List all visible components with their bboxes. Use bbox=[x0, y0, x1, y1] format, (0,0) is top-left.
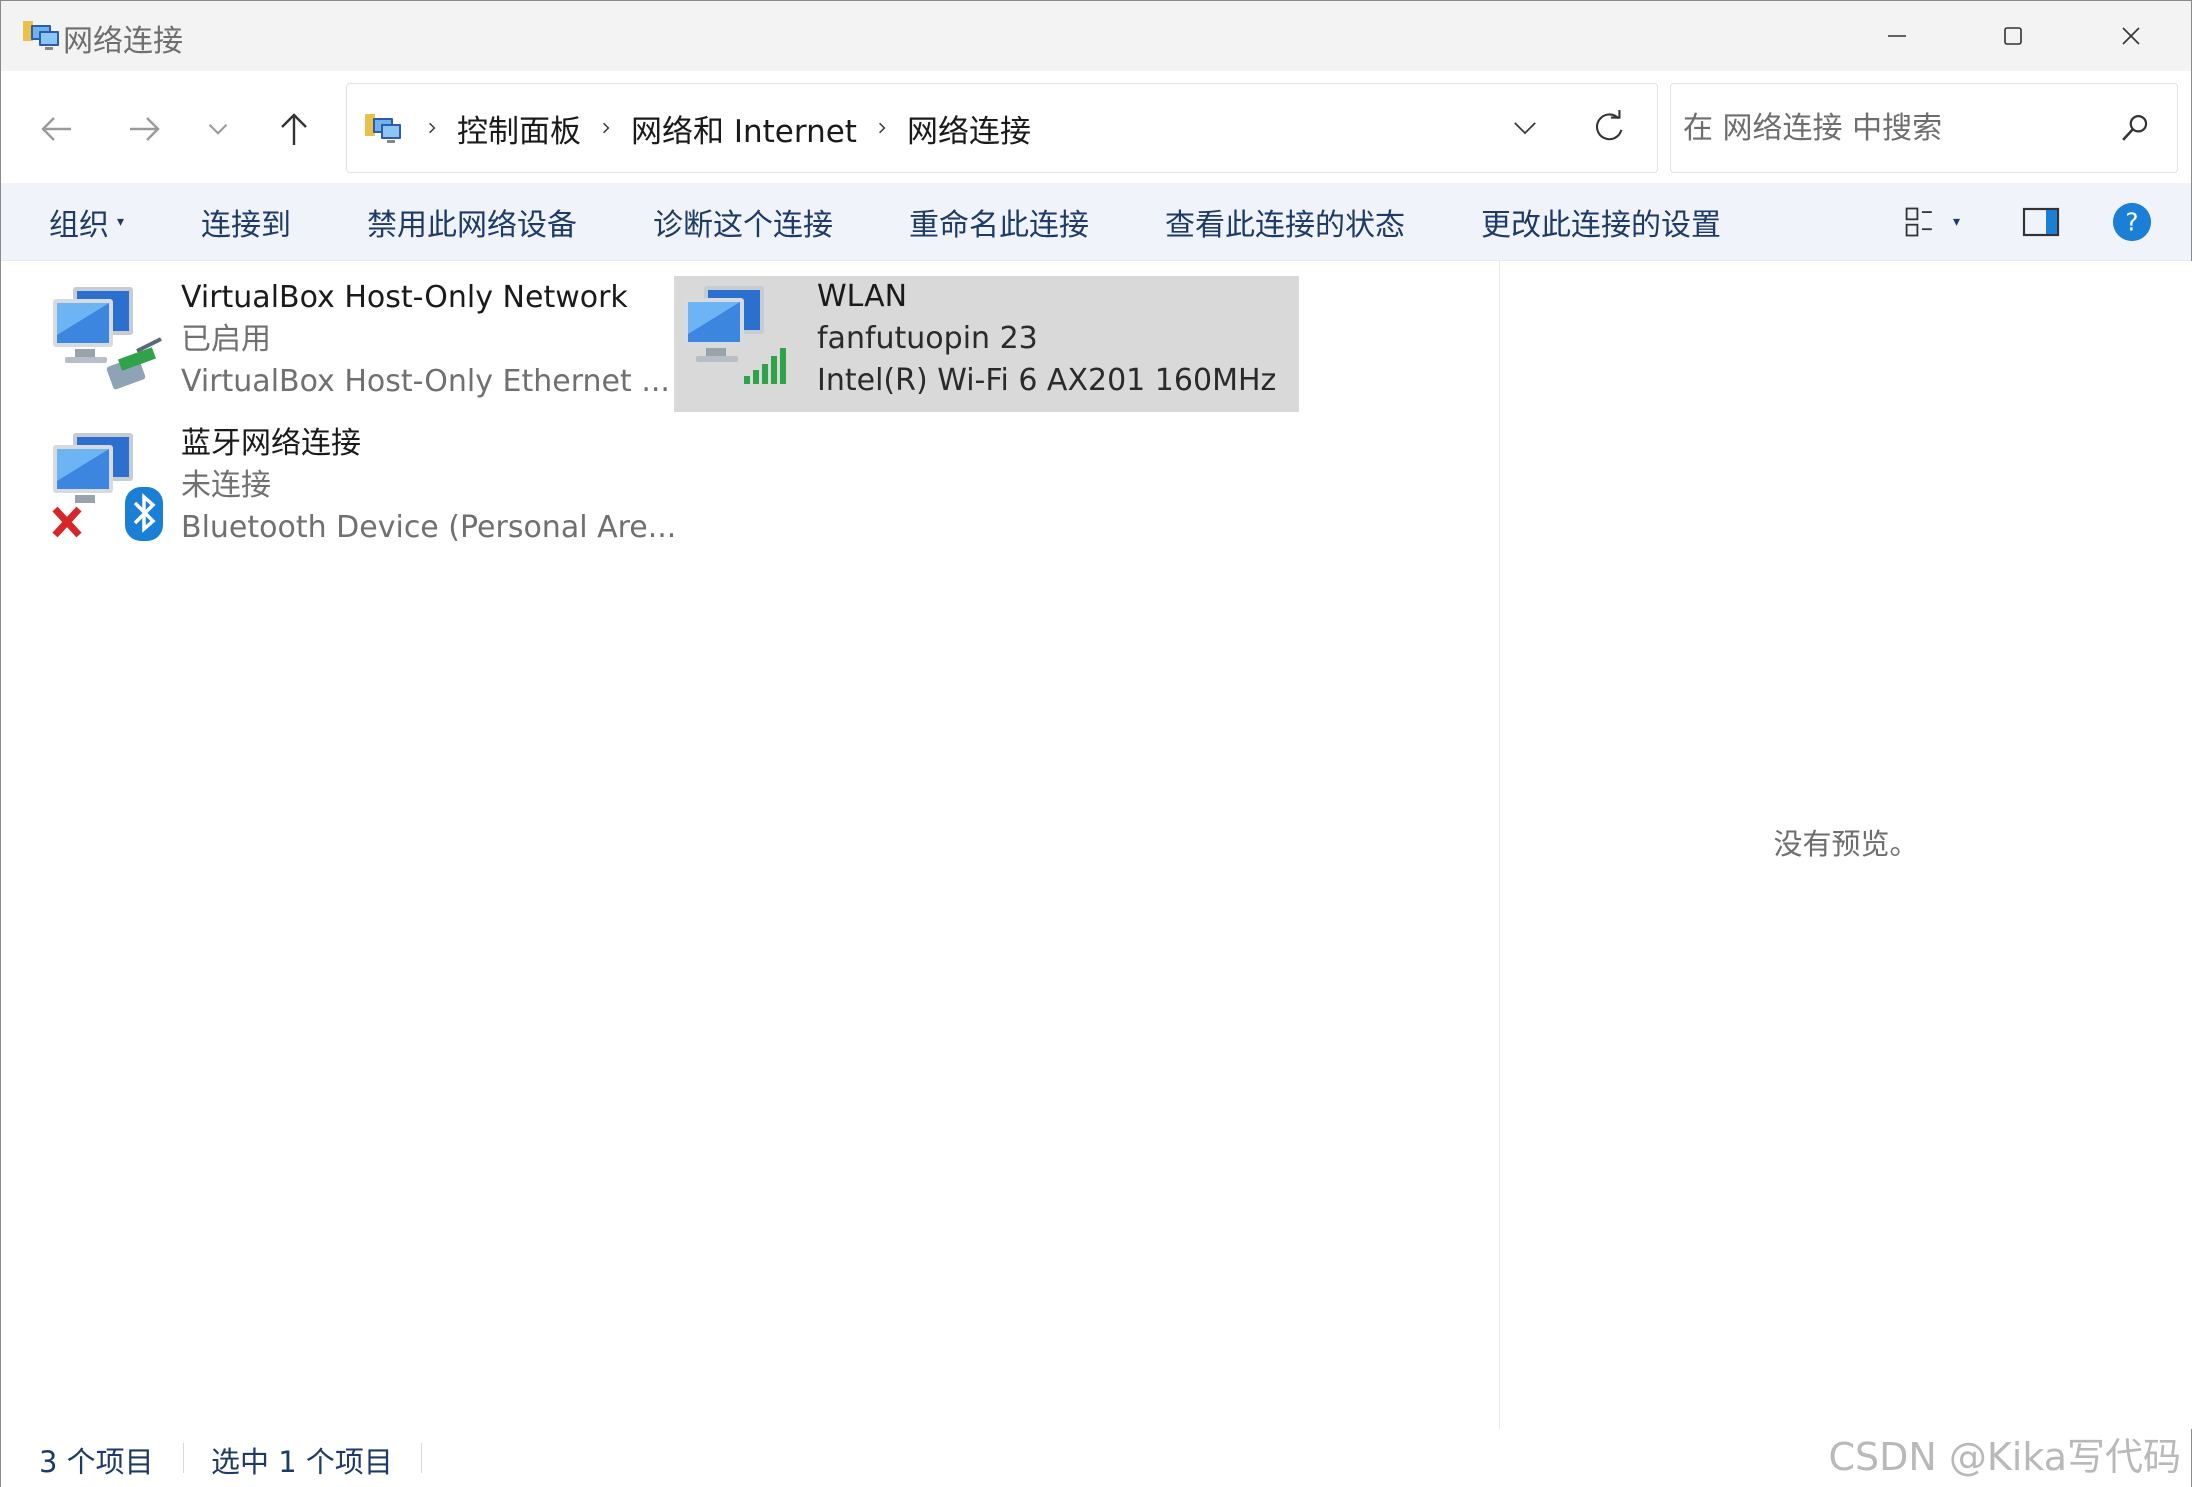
arrow-left-icon bbox=[41, 117, 71, 141]
connection-status: fanfutuopin 23 bbox=[817, 321, 1038, 356]
recent-locations-button[interactable] bbox=[193, 104, 243, 154]
preview-pane: 没有预览。 bbox=[1499, 261, 2192, 1429]
network-folder-icon bbox=[363, 108, 403, 148]
view-layout-icon bbox=[1905, 207, 1932, 236]
item-text: 蓝牙网络连接 未连接 Bluetooth Device (Personal Ar… bbox=[181, 423, 676, 549]
status-divider bbox=[421, 1443, 422, 1473]
refresh-icon bbox=[1596, 109, 1623, 141]
rename-label: 重命名此连接 bbox=[909, 207, 1089, 243]
command-bar: 组织 ▾ 连接到 禁用此网络设备 诊断这个连接 重命名此连接 查看此连接的状态 … bbox=[1, 183, 2191, 261]
caret-down-icon: ▾ bbox=[1953, 213, 1961, 230]
window: 网络连接 控制面板 网络和 Internet 网络连接 在 网络连接 中搜索 组… bbox=[0, 0, 2192, 1487]
view-options-button[interactable]: ▾ bbox=[1903, 183, 1960, 260]
list-item-bluetooth[interactable]: 蓝牙网络连接 未连接 Bluetooth Device (Personal Ar… bbox=[43, 423, 676, 559]
connections-list[interactable]: VirtualBox Host-Only Network 已启用 Virtual… bbox=[1, 261, 1498, 1429]
view-status-label: 查看此连接的状态 bbox=[1165, 207, 1405, 243]
arrow-right-icon bbox=[130, 117, 160, 141]
rename-button[interactable]: 重命名此连接 bbox=[909, 183, 1089, 260]
chevron-down-icon bbox=[1514, 122, 1536, 135]
breadcrumb-network-internet[interactable]: 网络和 Internet bbox=[621, 106, 867, 151]
close-button[interactable] bbox=[2073, 1, 2189, 71]
diagnose-button[interactable]: 诊断这个连接 bbox=[653, 183, 833, 260]
caret-down-icon: ▾ bbox=[117, 213, 125, 230]
change-settings-button[interactable]: 更改此连接的设置 bbox=[1481, 183, 1721, 260]
help-button[interactable]: ? bbox=[2111, 183, 2153, 260]
view-status-button[interactable]: 查看此连接的状态 bbox=[1165, 183, 1405, 260]
breadcrumb-control-panel[interactable]: 控制面板 bbox=[447, 106, 591, 151]
diagnose-label: 诊断这个连接 bbox=[653, 207, 833, 243]
list-item-virtualbox[interactable]: VirtualBox Host-Only Network 已启用 Virtual… bbox=[43, 277, 670, 413]
disable-device-button[interactable]: 禁用此网络设备 bbox=[367, 183, 577, 260]
search-input[interactable] bbox=[1681, 102, 2105, 154]
watermark: CSDN @Kika写代码 bbox=[1828, 1435, 2181, 1479]
item-text: VirtualBox Host-Only Network 已启用 Virtual… bbox=[181, 277, 670, 403]
connection-status: 未连接 bbox=[181, 468, 271, 503]
preview-pane-icon bbox=[2022, 207, 2060, 236]
connection-device: Bluetooth Device (Personal Are... bbox=[181, 510, 677, 545]
address-bar[interactable]: 控制面板 网络和 Internet 网络连接 bbox=[346, 83, 1658, 173]
preview-pane-button[interactable] bbox=[2021, 183, 2061, 260]
change-settings-label: 更改此连接的设置 bbox=[1481, 207, 1721, 243]
address-dropdown-button[interactable] bbox=[1503, 106, 1547, 150]
connection-name: VirtualBox Host-Only Network bbox=[181, 280, 628, 315]
connect-to-label: 连接到 bbox=[201, 207, 291, 243]
arrow-up-icon bbox=[281, 113, 307, 145]
ethernet-connection-icon bbox=[49, 281, 167, 401]
chevron-right-icon[interactable] bbox=[867, 120, 897, 136]
back-button[interactable] bbox=[32, 104, 82, 154]
status-divider bbox=[183, 1443, 184, 1473]
organize-button[interactable]: 组织 ▾ bbox=[49, 183, 124, 260]
title-bar[interactable]: 网络连接 bbox=[1, 1, 2191, 71]
refresh-button[interactable] bbox=[1585, 104, 1633, 152]
no-preview-text: 没有预览。 bbox=[1773, 827, 1919, 861]
list-item-wlan[interactable]: WLAN fanfutuopin 23 Intel(R) Wi-Fi 6 AX2… bbox=[674, 276, 1299, 412]
maximize-icon bbox=[2004, 27, 2022, 45]
connect-to-button[interactable]: 连接到 bbox=[201, 183, 291, 260]
connection-name: 蓝牙网络连接 bbox=[181, 426, 361, 461]
network-connections-icon bbox=[21, 17, 61, 55]
chevron-down-icon bbox=[208, 124, 228, 135]
chevron-right-icon[interactable] bbox=[591, 120, 621, 136]
breadcrumb-network-connections[interactable]: 网络连接 bbox=[897, 106, 1041, 151]
item-count: 3 个项目 bbox=[39, 1445, 154, 1479]
organize-label: 组织 bbox=[49, 207, 109, 243]
search-box[interactable] bbox=[1670, 83, 2178, 173]
connection-device: Intel(R) Wi-Fi 6 AX201 160MHz bbox=[817, 363, 1277, 398]
window-title: 网络连接 bbox=[63, 24, 183, 59]
minimize-icon bbox=[1888, 35, 1906, 37]
navigation-bar: 控制面板 网络和 Internet 网络连接 bbox=[1, 71, 2191, 183]
connection-device: VirtualBox Host-Only Ethernet ... bbox=[181, 364, 670, 399]
help-icon: ? bbox=[2112, 202, 2152, 241]
up-button[interactable] bbox=[269, 104, 319, 154]
svg-text:?: ? bbox=[2125, 207, 2138, 236]
item-text: WLAN fanfutuopin 23 Intel(R) Wi-Fi 6 AX2… bbox=[817, 276, 1276, 402]
connection-status: 已启用 bbox=[181, 322, 271, 357]
chevron-right-icon[interactable] bbox=[417, 120, 447, 136]
selected-count: 选中 1 个项目 bbox=[211, 1445, 393, 1479]
search-icon[interactable] bbox=[2115, 108, 2155, 148]
forward-button[interactable] bbox=[119, 104, 169, 154]
minimize-button[interactable] bbox=[1839, 1, 1955, 71]
wifi-connection-icon bbox=[680, 280, 798, 400]
bluetooth-connection-icon bbox=[49, 427, 167, 547]
disable-device-label: 禁用此网络设备 bbox=[367, 207, 577, 243]
connection-name: WLAN bbox=[817, 279, 908, 314]
maximize-button[interactable] bbox=[1955, 1, 2071, 71]
breadcrumb: 控制面板 网络和 Internet 网络连接 bbox=[417, 84, 1041, 172]
close-icon bbox=[2122, 27, 2140, 45]
